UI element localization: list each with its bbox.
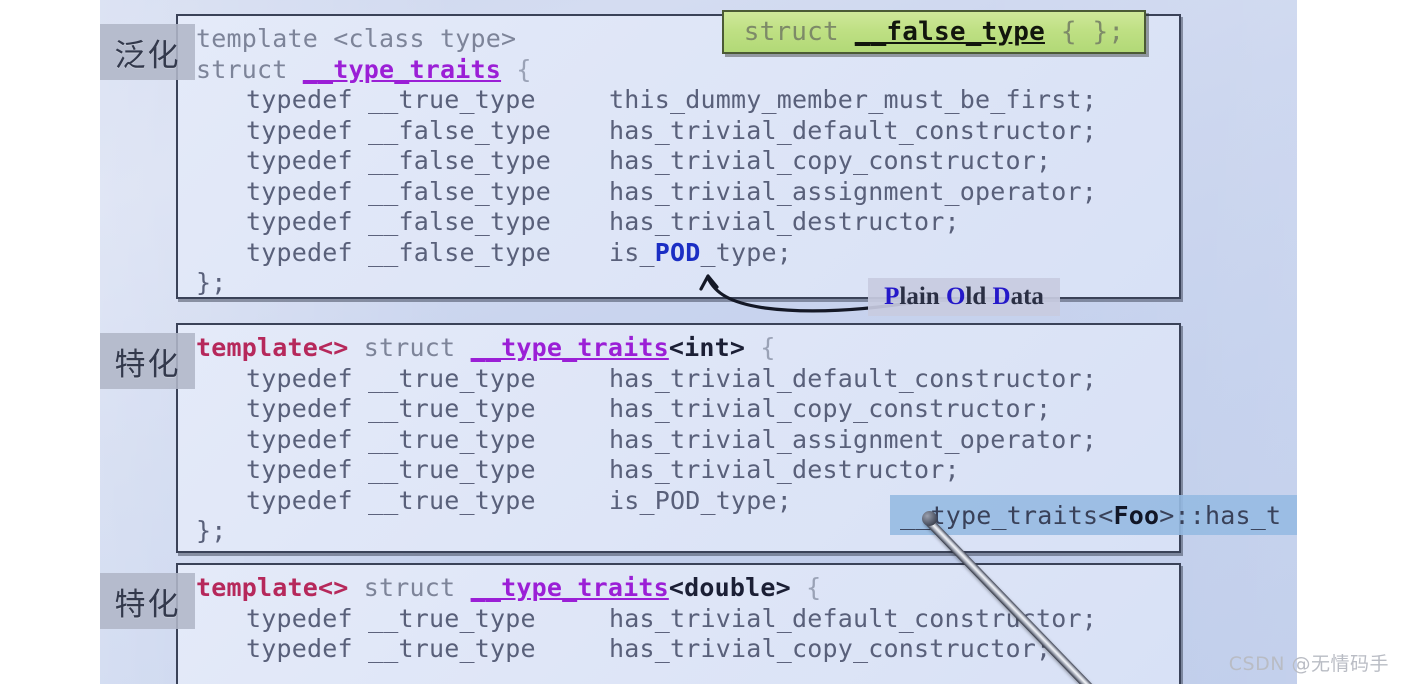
row-tag-spec-int-label: 特化 <box>114 346 181 383</box>
member-row: typedef __true_type has_trivial_default_c… <box>196 364 1179 395</box>
member-name-is-pod: is_POD_type; <box>609 237 793 267</box>
member-name: has_trivial_assignment_operator; <box>609 424 1098 454</box>
member-type: __true_type <box>368 485 536 515</box>
callout-type-traits-foo: __type_traits<Foo>::has_t <box>890 495 1297 535</box>
slide-canvas: 泛化 特化 特化 template <class type> struct __… <box>100 0 1297 684</box>
typedef-keyword: typedef <box>246 146 353 175</box>
member-type: __true_type <box>368 85 536 114</box>
pointer-stick-tip-icon <box>922 511 937 526</box>
member-row: typedef __true_type this_dummy_member_mus… <box>196 85 1179 116</box>
csdn-watermark: CSDN @无情码手 <box>1228 653 1389 675</box>
member-row: typedef __true_type has_trivial_copy_cons… <box>196 394 1179 425</box>
pod-word-lain: lain <box>899 283 946 310</box>
template-parameter: <int> <box>668 333 746 362</box>
member-row: typedef __false_type has_trivial_default_… <box>196 116 1179 147</box>
code-line-struct-header: template<> struct __type_traits<double> … <box>196 573 1179 604</box>
member-name: has_trivial_copy_constructor; <box>609 634 1052 663</box>
pod-letter-p: P <box>884 283 900 310</box>
member-row: typedef __false_type has_trivial_destruct… <box>196 207 1179 238</box>
code-line-struct-header: struct __type_traits { <box>196 55 1179 86</box>
type-traits-name: __type_traits <box>470 333 669 362</box>
member-type: __true_type <box>368 634 536 663</box>
false-type-declaration: struct __false_type { }; <box>744 19 1125 45</box>
member-name: has_trivial_copy_constructor; <box>609 146 1052 175</box>
open-brace: { <box>806 573 822 602</box>
template-keyword: template<> <box>196 573 349 602</box>
type-traits-name: __type_traits <box>302 54 502 84</box>
member-type: __false_type <box>368 146 552 175</box>
member-name: has_trivial_default_constructor; <box>609 115 1098 145</box>
member-type: __false_type <box>368 237 552 267</box>
member-name: has_trivial_assignment_operator; <box>609 176 1098 206</box>
struct-keyword: struct <box>196 54 288 84</box>
member-name: has_trivial_default_constructor; <box>609 363 1098 393</box>
typedef-keyword: typedef <box>246 485 353 515</box>
member-row: typedef __true_type has_trivial_assignmen… <box>196 425 1179 456</box>
member-type: __true_type <box>368 603 536 633</box>
typedef-keyword: typedef <box>246 237 353 267</box>
member-type: __false_type <box>368 176 552 206</box>
callout-plain-old-data: Plain Old Data <box>868 278 1060 316</box>
pod-word-ld: ld <box>965 283 993 310</box>
member-type: __true_type <box>368 455 536 484</box>
plain-old-data-text: Plain Old Data <box>884 283 1044 311</box>
struct-keyword: struct <box>363 573 456 602</box>
empty-body-braces: { }; <box>1060 17 1125 47</box>
member-type: __true_type <box>368 424 536 454</box>
typedef-keyword: typedef <box>246 176 353 206</box>
row-tag-spec-double-label: 特化 <box>114 586 181 623</box>
member-row: typedef __true_type has_trivial_copy_cons… <box>196 634 1179 665</box>
row-tag-generic: 泛化 <box>100 24 195 80</box>
typedef-keyword: typedef <box>246 363 353 393</box>
pod-letter-d: D <box>992 283 1011 310</box>
template-decl-text: template <class type> <box>196 24 517 53</box>
type-traits-name: __type_traits <box>470 573 669 602</box>
member-row: typedef __false_type has_trivial_copy_con… <box>196 146 1179 177</box>
pod-word-ata: ata <box>1010 283 1044 310</box>
typedef-keyword: typedef <box>246 424 353 454</box>
open-brace: { <box>516 54 532 84</box>
template-keyword: template<> <box>196 333 349 362</box>
template-parameter: <double> <box>668 573 791 602</box>
member-type: __true_type <box>368 394 536 423</box>
foo-type-name: Foo <box>1113 500 1160 530</box>
open-brace: { <box>760 333 776 362</box>
member-name: this_dummy_member_must_be_first; <box>609 85 1098 114</box>
code-line-struct-header: template<> struct __type_traits<int> { <box>196 333 1179 364</box>
typedef-keyword: typedef <box>246 115 353 145</box>
code-block-generic: template <class type> struct __type_trai… <box>176 14 1181 299</box>
member-row-is-pod: typedef __false_type is_POD_type; <box>196 238 1179 269</box>
false-type-name: __false_type <box>854 17 1045 47</box>
struct-keyword: struct <box>743 17 839 47</box>
member-type: __true_type <box>368 363 536 393</box>
member-name: is_POD_type; <box>609 485 793 515</box>
row-tag-generic-label: 泛化 <box>114 37 181 74</box>
foo-usage-expression: __type_traits<Foo>::has_t <box>900 503 1281 528</box>
pod-letter-o: O <box>945 283 966 310</box>
callout-false-type: struct __false_type { }; <box>722 10 1146 54</box>
struct-keyword: struct <box>363 333 456 362</box>
member-name: has_trivial_destructor; <box>609 455 960 484</box>
member-row: typedef __false_type has_trivial_assignme… <box>196 177 1179 208</box>
row-tag-specialization-int: 特化 <box>100 333 195 389</box>
typedef-keyword: typedef <box>246 85 353 114</box>
row-tag-specialization-double: 特化 <box>100 573 195 629</box>
typedef-keyword: typedef <box>246 634 353 663</box>
typedef-keyword: typedef <box>246 207 353 236</box>
pod-token: POD <box>654 237 701 267</box>
member-name: has_trivial_destructor; <box>609 207 960 236</box>
typedef-keyword: typedef <box>246 455 353 484</box>
member-type: __false_type <box>368 115 552 145</box>
member-name: has_trivial_copy_constructor; <box>609 394 1052 423</box>
member-row: typedef __true_type has_trivial_destructo… <box>196 455 1179 486</box>
typedef-keyword: typedef <box>246 603 353 633</box>
member-type: __false_type <box>368 207 552 236</box>
typedef-keyword: typedef <box>246 394 353 423</box>
foo-suffix: >::has_t <box>1159 500 1282 530</box>
